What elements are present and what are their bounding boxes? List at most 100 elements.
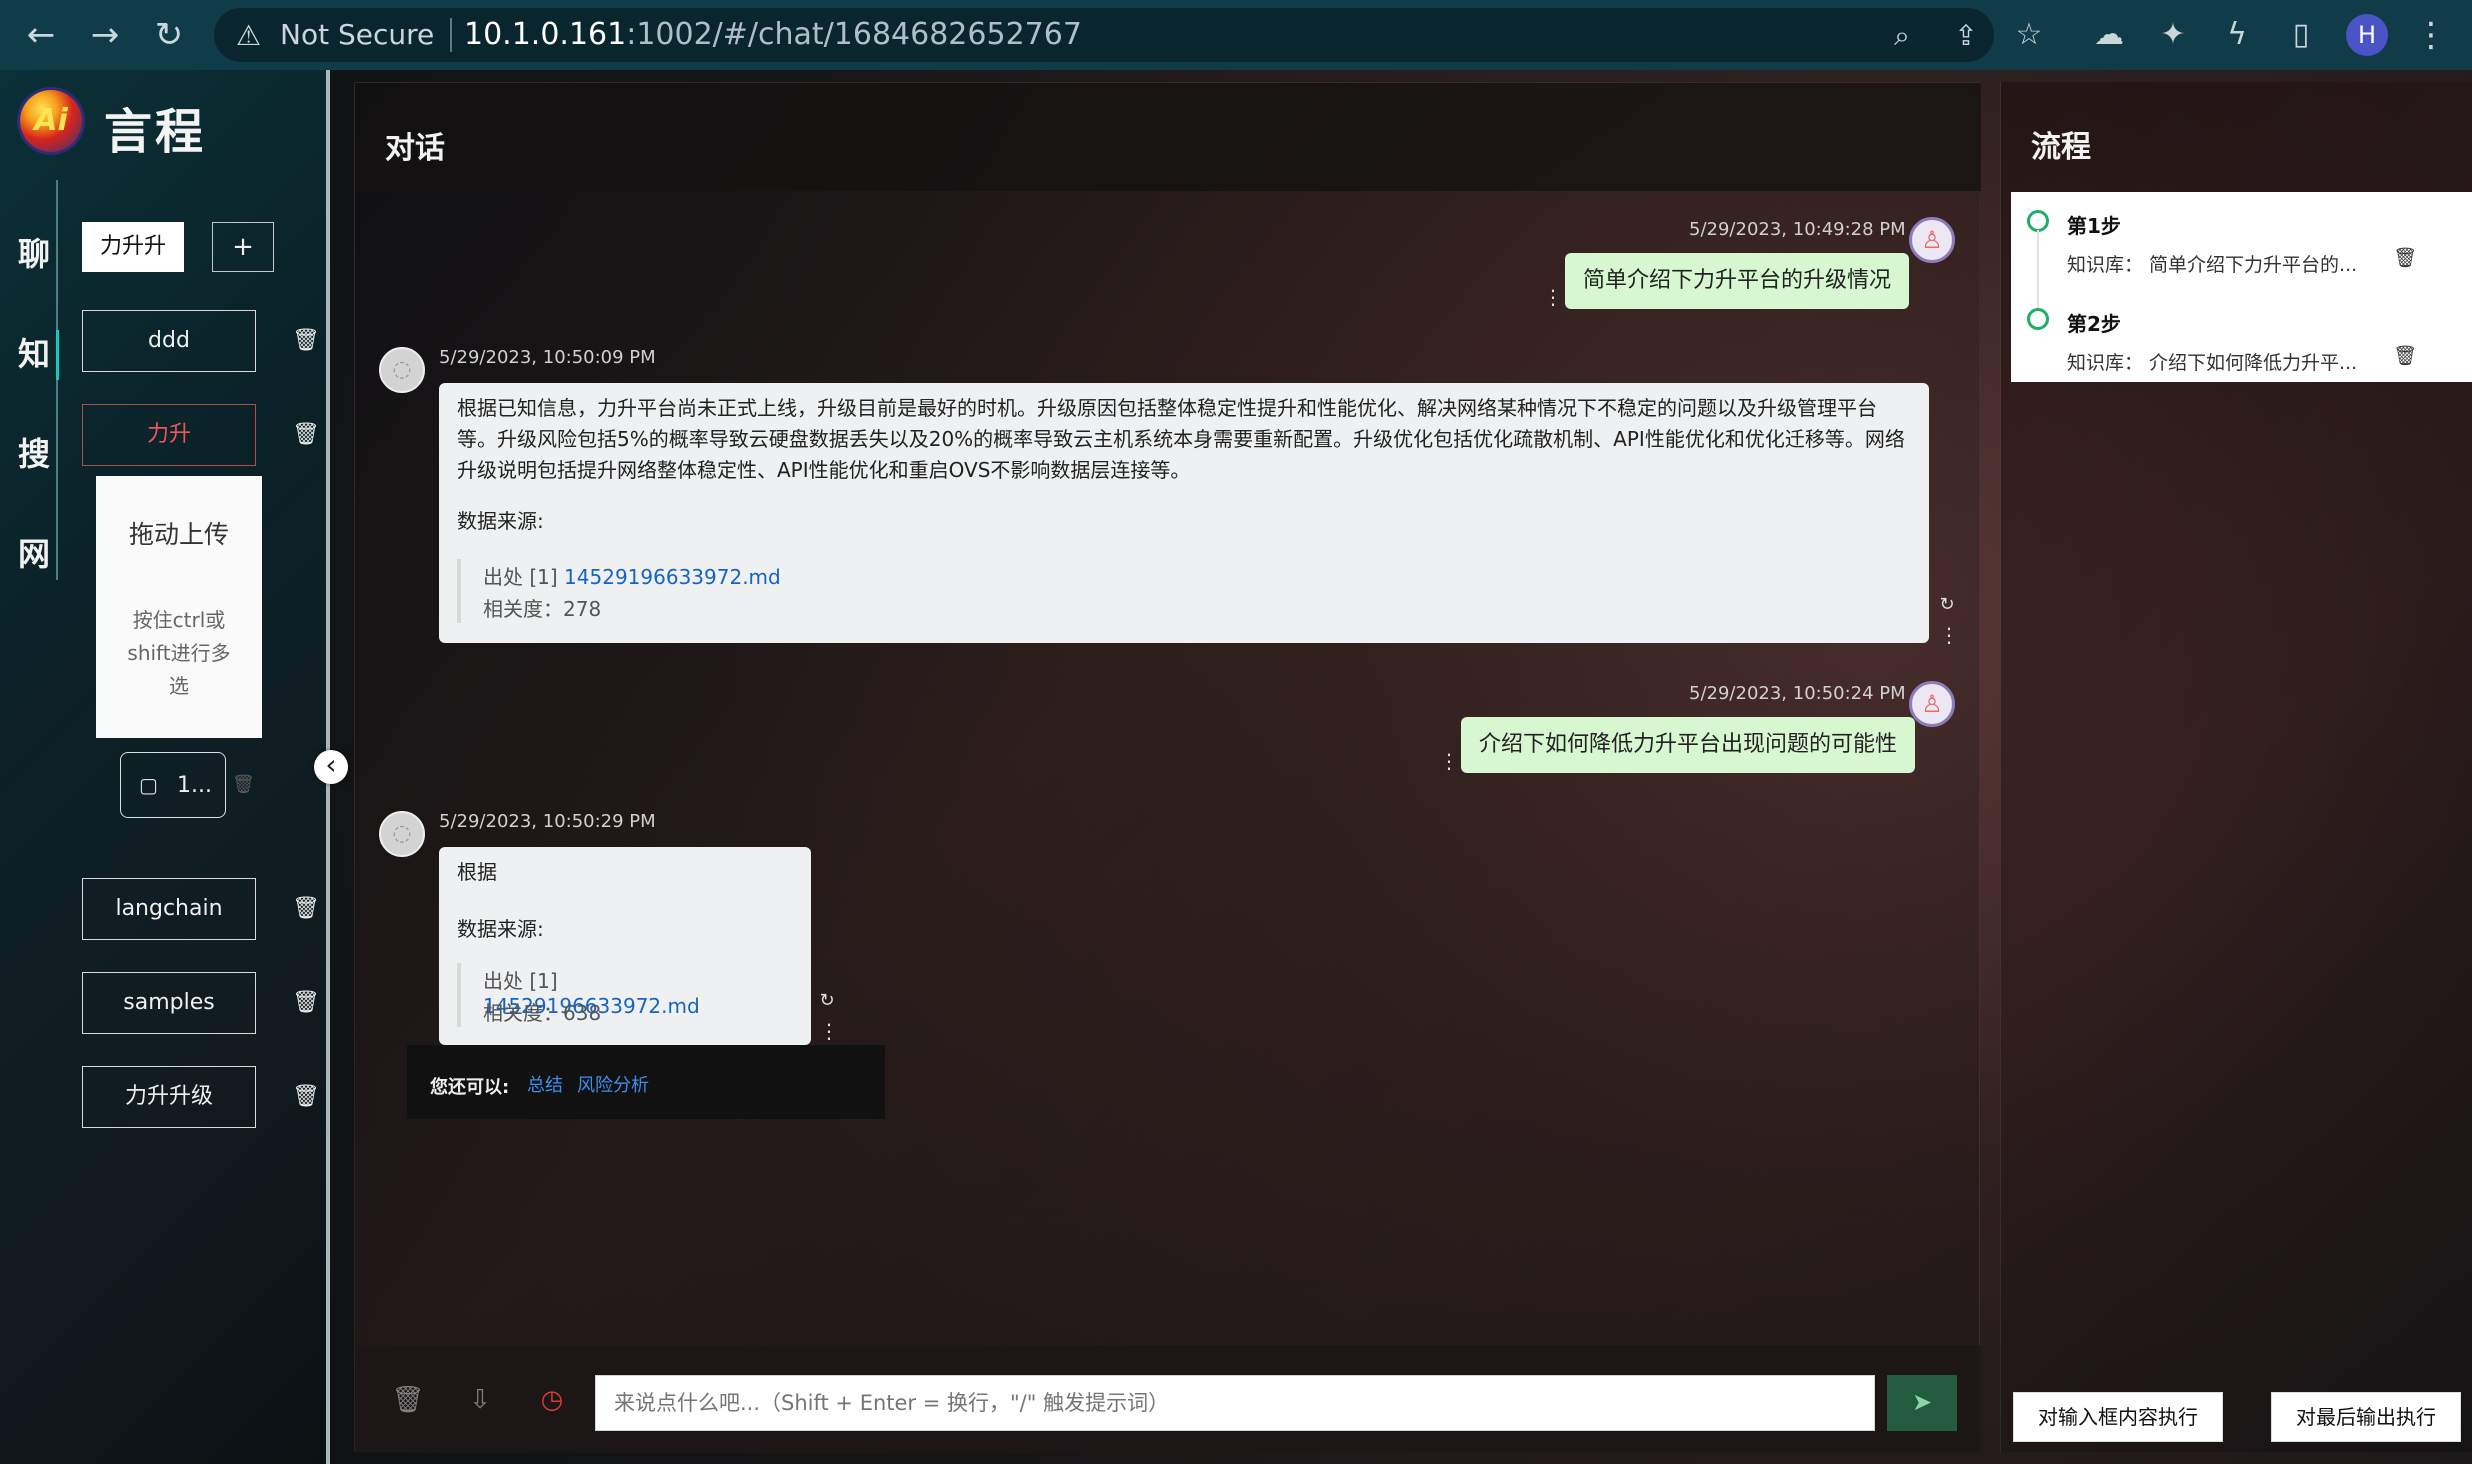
message-menu-icon[interactable]: ⋮ [1939, 623, 1959, 647]
flow-step-knowledge: 知识库： 介绍下如何降低力升平... [2067, 352, 2358, 374]
suggestion-risk-analysis[interactable]: 风险分析 [577, 1071, 649, 1097]
history-clock-icon[interactable]: ◷ [535, 1383, 569, 1417]
browser-menu-icon[interactable]: ⋮ [2414, 14, 2448, 56]
active-mode-indicator [56, 330, 59, 380]
app-title: 言程 [104, 104, 207, 160]
clear-chat-trash-icon[interactable]: 🗑 [391, 1383, 425, 1417]
source-prefix: 出处 [1] [483, 969, 558, 993]
source-title: 数据来源: [457, 917, 544, 941]
step-status-icon [2027, 308, 2049, 330]
share-icon[interactable]: ⇪ [1948, 18, 1984, 54]
assistant-message-text: 根据 [457, 860, 497, 884]
reload-icon[interactable]: ↻ [148, 14, 190, 56]
trash-icon[interactable]: 🗑 [292, 422, 320, 448]
assistant-message-bubble: 根据 数据来源: 出处 [1] 14529196633972.md 相关度：63… [439, 847, 811, 1045]
trash-icon[interactable]: 🗑 [292, 990, 320, 1016]
knowledge-item-lisheng-upgrade[interactable]: 力升升级 [82, 1066, 256, 1128]
message-menu-icon[interactable]: ⋮ [1439, 749, 1459, 773]
add-knowledge-button[interactable]: + [212, 222, 274, 272]
message-time: 5/29/2023, 10:49:28 PM [1689, 219, 1906, 240]
message-time: 5/29/2023, 10:50:24 PM [1689, 683, 1906, 704]
url-path: :1002/#/chat/1684682652767 [626, 17, 1082, 52]
execute-last-output-button[interactable]: 对最后输出执行 [2271, 1392, 2461, 1442]
flow-panel: 流程 第1步 知识库： 简单介绍下力升平台的... 🗑 第2步 知识库： 介绍下… [2000, 82, 2472, 1452]
trash-icon[interactable]: 🗑 [292, 1084, 320, 1110]
assistant-avatar: ◌ [379, 347, 425, 393]
knowledge-tab[interactable]: 力升升 [82, 222, 184, 272]
upload-dropzone[interactable]: 拖动上传 按住ctrl或shift进行多选 [96, 476, 262, 738]
source-quote: 出处 [1] 14529196633972.md 相关度：638 [457, 963, 777, 1027]
suggestion-summary[interactable]: 总结 [527, 1071, 563, 1097]
message-menu-icon[interactable]: ⋮ [819, 1019, 839, 1043]
user-message-bubble: 简单介绍下力升平台的升级情况 [1565, 253, 1910, 309]
search-zoom-icon[interactable]: ⌕ [1884, 18, 1920, 54]
suggestions-box: 您还可以: 总结 风险分析 [407, 1045, 885, 1119]
message-time: 5/29/2023, 10:50:29 PM [439, 811, 656, 832]
source-reference: 出处 [1] 14529196633972.md [483, 561, 781, 590]
flow-title: 流程 [2031, 130, 2091, 165]
user-avatar: ♙ [1909, 681, 1955, 727]
upload-title: 拖动上传 [128, 520, 229, 549]
back-arrow-icon[interactable]: ← [20, 14, 62, 56]
regenerate-icon[interactable]: ↻ [1937, 595, 1957, 615]
knowledge-item-lisheng[interactable]: 力升 [82, 404, 256, 466]
trash-icon[interactable]: 🗑 [2393, 246, 2417, 269]
source-quote: 出处 [1] 14529196633972.md 相关度：278 [457, 559, 1057, 623]
cloud-extension-icon[interactable]: ☁ [2088, 14, 2130, 56]
user-avatar: ♙ [1909, 217, 1955, 263]
bookmark-star-icon[interactable]: ☆ [2008, 14, 2050, 56]
execute-input-button[interactable]: 对输入框内容执行 [2013, 1392, 2223, 1442]
file-icon: ▢ [139, 773, 158, 797]
bolt-extension-icon[interactable]: ϟ [2216, 14, 2258, 56]
knowledge-item-langchain[interactable]: langchain [82, 878, 256, 940]
user-message-bubble: 介绍下如何降低力升平台出现问题的可能性 [1461, 717, 1916, 773]
knowledge-item-ddd[interactable]: ddd [82, 310, 256, 372]
flow-step-title: 第2步 [2067, 312, 2121, 336]
not-secure-warning-icon: ⚠ [236, 19, 262, 52]
assistant-avatar: ◌ [379, 811, 425, 857]
knowledge-item-samples[interactable]: samples [82, 972, 256, 1034]
trash-icon[interactable]: 🗑 [2393, 344, 2417, 367]
security-status: Not Secure [280, 18, 435, 51]
mode-chat[interactable]: 聊 [14, 234, 54, 274]
trash-icon[interactable]: 🗑 [292, 896, 320, 922]
chat-title: 对话 [385, 131, 445, 166]
source-prefix: 出处 [1] [483, 565, 565, 589]
message-menu-icon[interactable]: ⋮ [1543, 285, 1563, 309]
file-label: 1... [177, 773, 212, 798]
message-time: 5/29/2023, 10:50:09 PM [439, 347, 656, 368]
chat-panel: 对话 5/29/2023, 10:49:28 PM ♙ ⋮ 简单介绍下力升平台的… [354, 82, 1981, 1453]
url-host: 10.1.0.161 [464, 17, 627, 52]
app-shell: Ai 言程 聊 知 搜 网 力升升 + ddd 🗑 力升 🗑 拖动上传 按住ct… [0, 70, 2472, 1464]
assistant-message-bubble: 根据已知信息，力升平台尚未正式上线，升级目前是最好的时机。升级原因包括整体稳定性… [439, 383, 1929, 643]
extensions-puzzle-icon[interactable]: ✦ [2152, 14, 2194, 56]
relevance-score: 相关度：638 [483, 1001, 602, 1025]
url-text[interactable]: 10.1.0.161:1002/#/chat/1684682652767 [464, 17, 1082, 52]
download-icon[interactable]: ⇩ [463, 1383, 497, 1417]
collapse-sidebar-button[interactable]: ‹ [314, 750, 348, 784]
source-file-link[interactable]: 14529196633972.md [564, 565, 781, 589]
trash-icon[interactable]: 🗑 [292, 328, 320, 354]
app-logo: Ai [20, 90, 82, 152]
flow-step-title: 第1步 [2067, 214, 2121, 238]
mode-divider [56, 180, 58, 580]
address-bar[interactable]: ⚠ Not Secure 10.1.0.161:1002/#/chat/1684… [214, 8, 1994, 62]
uploaded-file-chip[interactable]: ▢ 1... [120, 752, 226, 818]
flow-step-knowledge: 知识库： 简单介绍下力升平台的... [2067, 254, 2358, 276]
url-separator [450, 18, 452, 52]
source-title: 数据来源: [457, 509, 544, 533]
forward-arrow-icon[interactable]: → [84, 14, 126, 56]
mode-web[interactable]: 网 [14, 534, 54, 574]
flow-step-list: 第1步 知识库： 简单介绍下力升平台的... 🗑 第2步 知识库： 介绍下如何降… [2011, 192, 2472, 382]
relevance-score: 相关度：278 [483, 597, 602, 621]
chat-input[interactable] [595, 1375, 1875, 1431]
mode-search[interactable]: 搜 [14, 434, 54, 474]
step-status-icon [2027, 210, 2049, 232]
regenerate-icon[interactable]: ↻ [817, 991, 837, 1011]
profile-avatar[interactable]: H [2346, 14, 2388, 56]
mode-knowledge[interactable]: 知 [14, 334, 54, 374]
trash-icon[interactable]: 🗑 [232, 774, 255, 795]
sidebar-panel-icon[interactable]: ▯ [2280, 14, 2322, 56]
chat-header: 对话 [355, 83, 1981, 191]
send-button[interactable]: ➤ [1887, 1375, 1957, 1431]
